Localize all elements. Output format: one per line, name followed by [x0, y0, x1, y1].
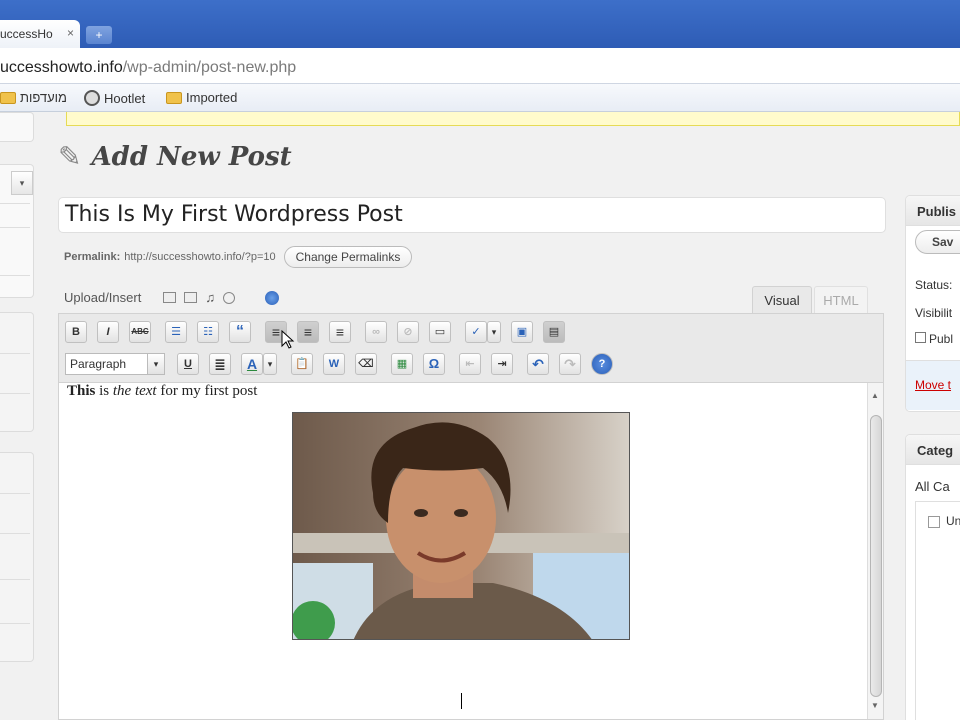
- editor-text[interactable]: This is the text for my first post: [67, 383, 257, 400]
- bookmark-favorites[interactable]: מועדפות: [0, 90, 67, 105]
- menu-collapse-icon[interactable]: ▾: [11, 171, 33, 195]
- publish-box: Publis Sav Status: Visibilit Publ Move t: [905, 195, 960, 412]
- chevron-down-icon[interactable]: ▾: [147, 353, 165, 375]
- page-heading: ✎ Add New Post: [58, 140, 292, 173]
- bold-button[interactable]: B: [65, 321, 87, 343]
- inserted-photo[interactable]: [292, 412, 630, 640]
- browser-tab[interactable]: uccessHo ×: [0, 20, 80, 48]
- uncategorized-checkbox[interactable]: [928, 516, 940, 528]
- all-categories-tab[interactable]: All Ca: [915, 479, 950, 494]
- categories-box: Categ All Ca Un: [905, 434, 960, 720]
- scroll-up-icon[interactable]: ▲: [871, 391, 879, 400]
- insert-media-button[interactable]: ▦: [391, 353, 413, 375]
- plain-text: is: [95, 383, 113, 399]
- admin-notice: [66, 112, 960, 126]
- menu-block[interactable]: [0, 452, 34, 662]
- uncategorized-label: Un: [946, 514, 960, 528]
- calendar-icon: [915, 332, 926, 343]
- outdent-button[interactable]: ⇤: [459, 353, 481, 375]
- scroll-down-icon[interactable]: ▼: [871, 701, 879, 710]
- new-tab-button[interactable]: +: [86, 26, 112, 44]
- status-label: Status:: [915, 278, 953, 292]
- italic-text: the text: [112, 383, 157, 399]
- kitchen-sink-button[interactable]: ▤: [543, 321, 565, 343]
- post-title-input[interactable]: This Is My First Wordpress Post: [58, 197, 886, 233]
- permalink-row: Permalink: http://successhowto.info/?p=1…: [64, 246, 413, 268]
- permalink-label: Permalink:: [64, 251, 121, 263]
- undo-button[interactable]: ↶: [527, 353, 549, 375]
- move-to-trash-link[interactable]: Move t: [915, 378, 951, 392]
- text-color-button[interactable]: A: [241, 353, 263, 375]
- bold-text: This: [67, 383, 96, 399]
- publish-box-title[interactable]: Publis: [906, 196, 960, 226]
- text-color-menu-button[interactable]: ▾: [263, 353, 277, 375]
- paste-text-button[interactable]: 📋: [291, 353, 313, 375]
- publish-date-row: Publ: [915, 332, 953, 346]
- menu-block[interactable]: [0, 312, 34, 432]
- strikethrough-button[interactable]: ABC: [129, 321, 151, 343]
- categories-box-title[interactable]: Categ: [906, 435, 960, 465]
- admin-left-menu: ▾: [0, 112, 36, 720]
- indent-button[interactable]: ⇥: [491, 353, 513, 375]
- align-center-button[interactable]: ≡: [297, 321, 319, 343]
- blockquote-button[interactable]: “: [229, 321, 251, 343]
- editor-scrollbar[interactable]: ▲ ▼: [867, 383, 883, 719]
- visibility-label: Visibilit: [915, 306, 953, 320]
- page-title: Add New Post: [91, 141, 292, 172]
- unlink-button[interactable]: ⊘: [397, 321, 419, 343]
- paste-word-button[interactable]: W: [323, 353, 345, 375]
- bookmarks-bar: מועדפות Hootlet Imported: [0, 84, 960, 112]
- pushpin-icon: ✎: [58, 141, 82, 172]
- scrollbar-thumb[interactable]: [870, 415, 882, 697]
- italic-button[interactable]: I: [97, 321, 119, 343]
- justify-button[interactable]: ≣: [209, 353, 231, 375]
- fullscreen-button[interactable]: ▣: [511, 321, 533, 343]
- globe-icon: [84, 90, 100, 106]
- tab-html[interactable]: HTML: [814, 286, 868, 314]
- help-button[interactable]: ?: [591, 353, 613, 375]
- add-image-icon[interactable]: [163, 292, 177, 303]
- bookmark-imported[interactable]: Imported: [166, 90, 237, 105]
- folder-icon: [0, 91, 16, 104]
- remove-format-button[interactable]: ⌫: [355, 353, 377, 375]
- redo-button[interactable]: ↷: [559, 353, 581, 375]
- insert-link-button[interactable]: ∞: [365, 321, 387, 343]
- menu-block[interactable]: [0, 112, 34, 142]
- tab-close-icon[interactable]: ×: [67, 26, 74, 40]
- address-bar[interactable]: uccesshowto.info/wp-admin/post-new.php: [0, 48, 960, 84]
- align-right-button[interactable]: ≡: [329, 321, 351, 343]
- tab-visual[interactable]: Visual: [752, 286, 812, 314]
- globe-icon[interactable]: [265, 290, 280, 305]
- underline-button[interactable]: U: [177, 353, 199, 375]
- url-host: uccesshowto.info: [0, 59, 123, 76]
- numbered-list-button[interactable]: ☷: [197, 321, 219, 343]
- bullet-list-button[interactable]: ☰: [165, 321, 187, 343]
- folder-icon: [166, 91, 182, 104]
- bookmark-hootlet[interactable]: Hootlet: [84, 90, 145, 106]
- text-caret: [461, 693, 462, 709]
- permalink-url[interactable]: http://successhowto.info/?p=10: [124, 251, 275, 263]
- add-media-icon[interactable]: [223, 291, 236, 304]
- save-draft-button[interactable]: Sav: [915, 230, 960, 254]
- special-character-button[interactable]: Ω: [423, 353, 445, 375]
- add-audio-icon[interactable]: ♫: [205, 290, 215, 305]
- url-path: /wp-admin/post-new.php: [122, 59, 297, 76]
- more-tag-button[interactable]: ▭: [429, 321, 451, 343]
- add-video-icon[interactable]: [184, 292, 198, 303]
- spellcheck-button[interactable]: ✓: [465, 321, 487, 343]
- plain-text: for my first post: [156, 383, 258, 399]
- mouse-cursor-icon: [281, 330, 295, 349]
- upload-insert-label: Upload/Insert: [64, 290, 142, 305]
- menu-block[interactable]: ▾: [0, 164, 34, 298]
- editor-toolbar: B I ABC ☰ ☷ “ ≡ ≡ ≡ ∞ ⊘ ▭ ✓ ▾ ▣ ▤ Paragr…: [58, 313, 884, 383]
- change-permalinks-button[interactable]: Change Permalinks: [283, 246, 413, 268]
- browser-tab-title: uccessHo: [0, 27, 53, 41]
- categories-list: Un: [915, 501, 960, 720]
- upload-insert-row: Upload/Insert ♫: [64, 290, 280, 305]
- editor-content-area[interactable]: This is the text for my first post ▲ ▼: [58, 383, 884, 720]
- spellcheck-menu-button[interactable]: ▾: [487, 321, 501, 343]
- browser-tab-strip: uccessHo × +: [0, 0, 960, 48]
